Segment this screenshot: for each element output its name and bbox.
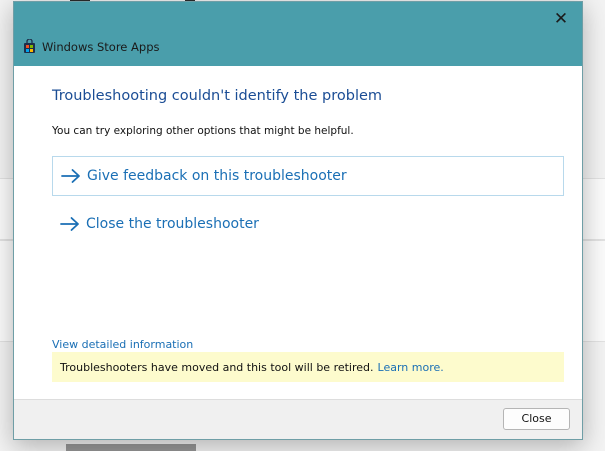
troubleshooter-dialog: ✕ Windows Store Apps Troubleshooting cou… (13, 1, 583, 440)
close-troubleshooter-option[interactable]: Close the troubleshooter (52, 204, 564, 244)
learn-more-link[interactable]: Learn more. (378, 361, 444, 374)
page-description: You can try exploring other options that… (52, 125, 354, 137)
option-label: Give feedback on this troubleshooter (87, 168, 347, 184)
page-title: Troubleshooting couldn't identify the pr… (52, 88, 383, 104)
arrow-right-icon (61, 169, 80, 183)
dialog-footer: Close (14, 399, 582, 439)
background-text-fragment (66, 444, 196, 451)
window-title: Windows Store Apps (42, 40, 160, 54)
close-button[interactable]: Close (503, 408, 570, 430)
close-icon[interactable]: ✕ (548, 8, 574, 30)
retirement-notice: Troubleshooters have moved and this tool… (52, 352, 564, 382)
give-feedback-option[interactable]: Give feedback on this troubleshooter (52, 156, 564, 196)
store-app-icon (24, 39, 35, 53)
title-bar[interactable]: ✕ Windows Store Apps (14, 2, 582, 66)
view-detailed-information-link[interactable]: View detailed information (52, 338, 193, 351)
notice-text: Troubleshooters have moved and this tool… (60, 360, 374, 374)
arrow-right-icon (60, 217, 79, 231)
option-label: Close the troubleshooter (86, 216, 259, 232)
